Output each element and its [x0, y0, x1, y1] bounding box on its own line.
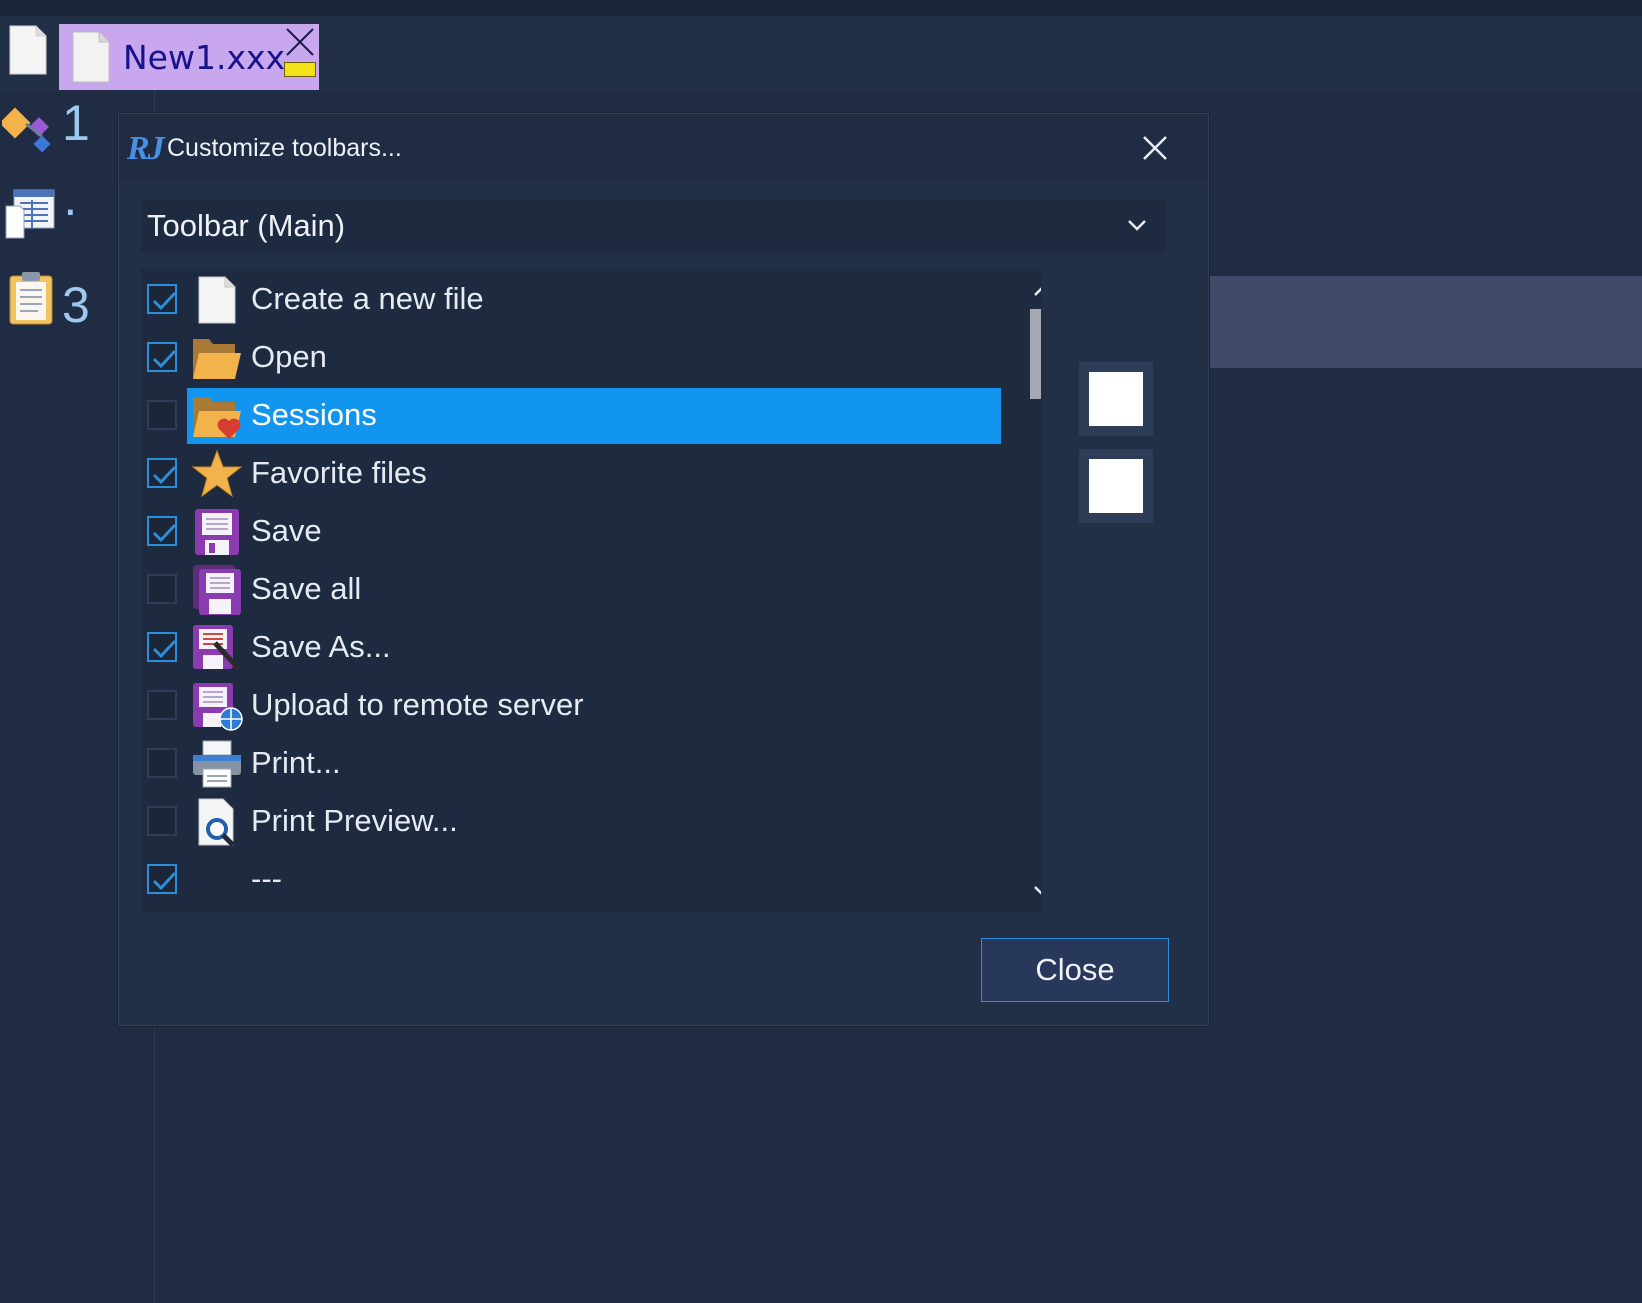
new-file-icon[interactable]: [8, 24, 48, 76]
new-file-icon: [198, 276, 236, 324]
item-label: ---: [251, 861, 282, 896]
sessions-folder-icon: [193, 397, 241, 439]
item-label: Save all: [251, 571, 362, 606]
item-label: Print Preview...: [251, 803, 458, 838]
printer-icon: [193, 740, 241, 788]
check-icon: [152, 639, 177, 659]
save-all-icon: [193, 565, 241, 615]
open-folder-icon: [193, 339, 241, 379]
tab-label: New1.xxx: [123, 38, 286, 77]
chevron-down-icon: [1128, 220, 1146, 231]
save-icon: [195, 509, 239, 555]
checkbox[interactable]: [147, 400, 177, 430]
panels-icon: [5, 189, 55, 239]
list-item[interactable]: Upload to remote server: [141, 677, 1001, 735]
item-label: Print...: [251, 745, 341, 780]
move-up-button[interactable]: [1079, 362, 1153, 436]
checkbox[interactable]: [147, 806, 177, 836]
upload-icon: [193, 683, 243, 731]
file-tab[interactable]: New1.xxx: [59, 24, 319, 90]
item-label: Favorite files: [251, 455, 427, 490]
modified-indicator: [284, 62, 316, 77]
checkbox[interactable]: [147, 690, 177, 720]
sidebar-number: 3: [62, 277, 90, 333]
sidebar-number: 1: [62, 95, 90, 151]
clipboard-icon: [9, 272, 53, 325]
close-tab-icon[interactable]: [284, 26, 316, 58]
item-label: Sessions: [251, 397, 377, 432]
list-item[interactable]: ---: [141, 851, 1001, 909]
toolbar-select-value: Toolbar (Main): [147, 208, 346, 243]
app-logo-icon: RJ: [127, 130, 165, 167]
checkbox[interactable]: [147, 342, 177, 372]
item-label: Save As...: [251, 629, 391, 664]
checkbox[interactable]: [147, 516, 177, 546]
sidebar-item-1[interactable]: 1: [0, 92, 110, 162]
checkbox[interactable]: [147, 458, 177, 488]
check-icon: [152, 523, 177, 543]
save-as-icon: [193, 625, 241, 671]
item-label: Upload to remote server: [251, 687, 584, 722]
checkbox[interactable]: [147, 574, 177, 604]
list-item[interactable]: Print Preview...: [141, 793, 1001, 851]
toolbar-commands-list[interactable]: Create a new file Open Sessions Favorite…: [141, 269, 1041, 912]
list-item[interactable]: Open: [141, 329, 1001, 387]
checkbox[interactable]: [147, 632, 177, 662]
checkbox[interactable]: [147, 284, 177, 314]
star-icon: [191, 449, 243, 498]
dialog-titlebar: RJ Customize toolbars...: [119, 114, 1208, 182]
item-label: Save: [251, 513, 322, 548]
list-item[interactable]: Print...: [141, 735, 1001, 793]
item-label: Create a new file: [251, 281, 484, 316]
checkbox[interactable]: [147, 748, 177, 778]
toolbar-select[interactable]: Toolbar (Main): [141, 200, 1166, 252]
close-button[interactable]: Close: [981, 938, 1169, 1002]
move-down-button[interactable]: [1079, 449, 1153, 523]
top-strip: [0, 0, 1642, 16]
document-icon: [72, 31, 110, 83]
item-label: Open: [251, 339, 327, 374]
customize-toolbars-dialog: RJ Customize toolbars... Toolbar (Main) …: [118, 113, 1209, 1026]
list-item[interactable]: Save all: [141, 561, 1001, 619]
check-icon: [152, 349, 177, 369]
print-preview-icon: [198, 798, 235, 847]
close-icon[interactable]: [1137, 130, 1173, 166]
list-item[interactable]: Favorite files: [141, 445, 1001, 503]
sidebar-number: ·: [62, 181, 79, 237]
check-icon: [152, 465, 177, 485]
scrollbar-thumb[interactable]: [1030, 309, 1041, 399]
scroll-down-icon[interactable]: [1025, 879, 1041, 903]
list-item-selected[interactable]: Sessions: [141, 387, 1001, 445]
tools-icon: [2, 107, 51, 153]
check-icon: [152, 291, 177, 311]
list-item[interactable]: Save As...: [141, 619, 1001, 677]
list-item[interactable]: Create a new file: [141, 271, 1001, 329]
checkbox[interactable]: [147, 864, 177, 894]
sidebar-item-2[interactable]: ·: [0, 180, 110, 250]
dialog-title: Customize toolbars...: [167, 134, 402, 162]
editor-current-line: [1208, 276, 1642, 368]
check-icon: [152, 871, 177, 891]
sidebar-item-3[interactable]: 3: [0, 266, 110, 336]
list-item[interactable]: Save: [141, 503, 1001, 561]
scroll-up-icon[interactable]: [1025, 279, 1041, 303]
